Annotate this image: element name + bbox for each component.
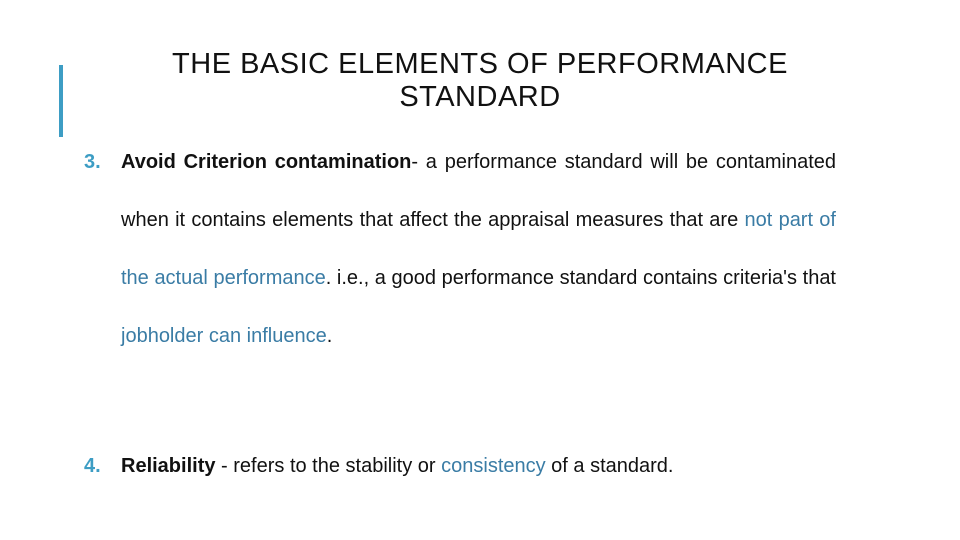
item-body: Reliability - refers to the stability or… bbox=[121, 437, 836, 495]
item-text: . bbox=[326, 325, 333, 347]
highlight-text: consistency bbox=[441, 455, 546, 477]
item-body: Avoid Criterion contamination- a perform… bbox=[121, 133, 836, 365]
item-number: 3. bbox=[84, 151, 101, 173]
item-text: - refers to the stability or bbox=[215, 455, 442, 477]
accent-bar bbox=[59, 65, 63, 137]
highlight-text: jobholder can influence bbox=[121, 325, 327, 347]
item-text: . i.e., a good performance standard cont… bbox=[325, 267, 836, 289]
title-line-2: STANDARD bbox=[399, 81, 561, 113]
item-heading: Avoid Criterion contamination bbox=[121, 151, 412, 173]
item-heading: Reliability bbox=[121, 455, 216, 477]
slide-title: THE BASIC ELEMENTS OF PERFORMANCE STANDA… bbox=[80, 48, 880, 114]
list-item-criterion-contamination: 3. Avoid Criterion contamination- a perf… bbox=[84, 133, 836, 365]
item-text: of a standard. bbox=[545, 455, 674, 477]
list-item-reliability: 4. Reliability - refers to the stability… bbox=[84, 437, 836, 495]
title-line-1: THE BASIC ELEMENTS OF PERFORMANCE bbox=[172, 48, 788, 80]
item-number: 4. bbox=[84, 455, 101, 477]
